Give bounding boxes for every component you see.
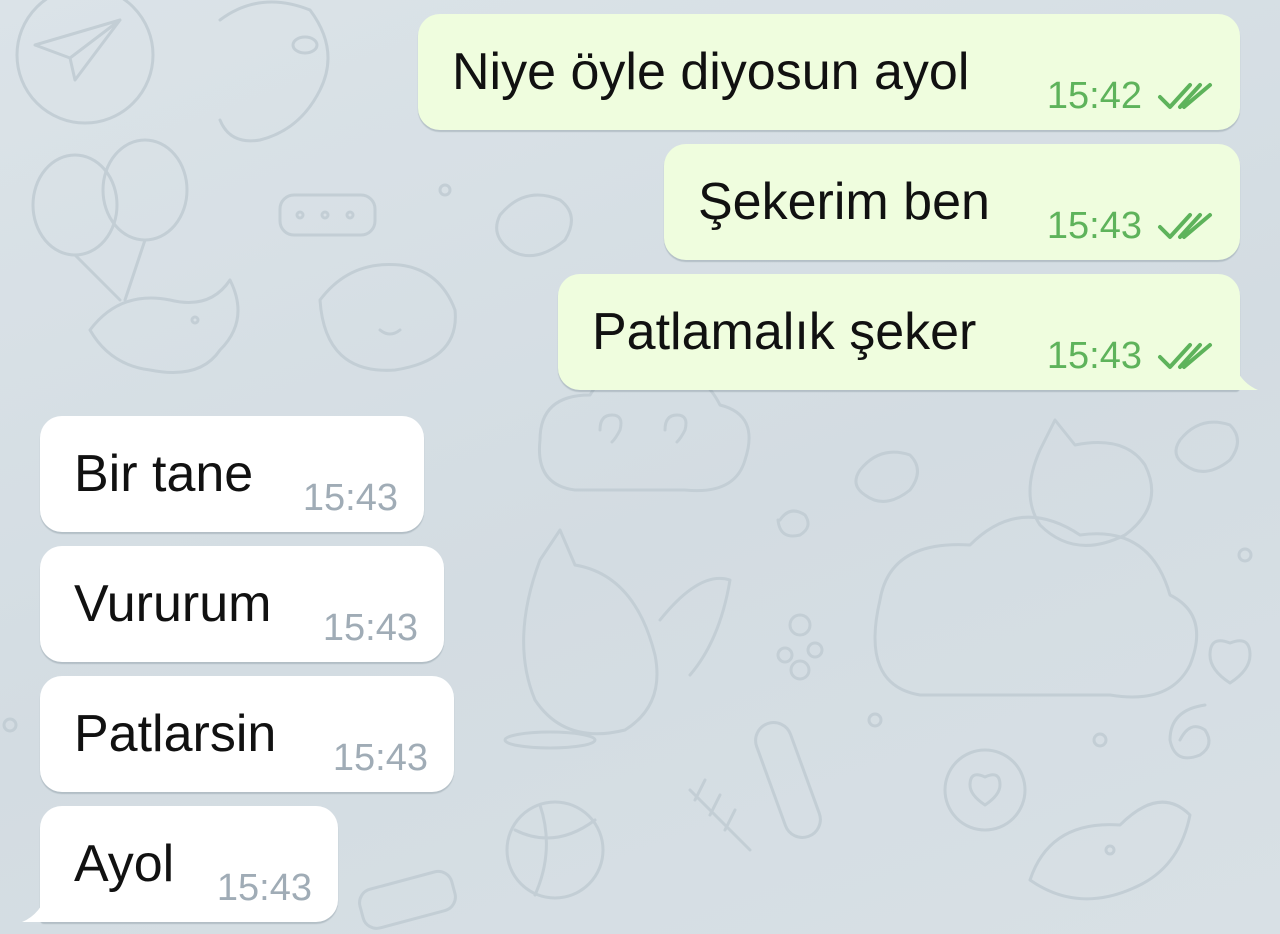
message-text: Patlamalık şeker bbox=[592, 303, 977, 361]
message-time: 15:42 bbox=[1046, 74, 1142, 117]
message-meta: 15:43 bbox=[1047, 334, 1214, 378]
message-meta: 15:43 bbox=[323, 606, 418, 650]
double-check-icon bbox=[1158, 83, 1212, 109]
message-time: 15:43 bbox=[1046, 204, 1142, 247]
message-list[interactable]: Niye öyle diyosun ayol 15:42 Şekerim ben… bbox=[0, 0, 1280, 934]
double-check-icon bbox=[1158, 213, 1212, 239]
message-meta: 15:43 bbox=[217, 866, 312, 910]
message-text: Ayol bbox=[74, 835, 175, 893]
incoming-message[interactable]: Ayol 15:43 bbox=[22, 806, 338, 922]
message-meta: 15:43 bbox=[333, 736, 428, 780]
bubble-tail bbox=[22, 886, 50, 922]
outgoing-message[interactable]: Niye öyle diyosun ayol 15:42 bbox=[418, 14, 1240, 130]
message-meta: 15:43 bbox=[1047, 204, 1214, 248]
incoming-message[interactable]: Vururum 15:43 bbox=[40, 546, 444, 662]
bubble-tail bbox=[1230, 354, 1258, 390]
message-text: Vururum bbox=[74, 575, 272, 633]
message-time: 15:43 bbox=[332, 736, 428, 779]
message-text: Patlarsin bbox=[74, 705, 277, 763]
message-time: 15:43 bbox=[302, 476, 398, 519]
message-meta: 15:42 bbox=[1047, 74, 1214, 118]
message-text: Niye öyle diyosun ayol bbox=[452, 43, 970, 101]
message-meta: 15:43 bbox=[303, 476, 398, 520]
message-time: 15:43 bbox=[322, 606, 418, 649]
message-text: Bir tane bbox=[74, 445, 254, 503]
double-check-icon bbox=[1158, 343, 1212, 369]
outgoing-message[interactable]: Şekerim ben 15:43 bbox=[664, 144, 1240, 260]
incoming-message[interactable]: Bir tane 15:43 bbox=[40, 416, 424, 532]
message-text: Şekerim ben bbox=[698, 173, 990, 231]
message-time: 15:43 bbox=[216, 866, 312, 909]
message-time: 15:43 bbox=[1046, 334, 1142, 377]
incoming-message[interactable]: Patlarsin 15:43 bbox=[40, 676, 454, 792]
outgoing-message[interactable]: Patlamalık şeker 15:43 bbox=[558, 274, 1258, 390]
